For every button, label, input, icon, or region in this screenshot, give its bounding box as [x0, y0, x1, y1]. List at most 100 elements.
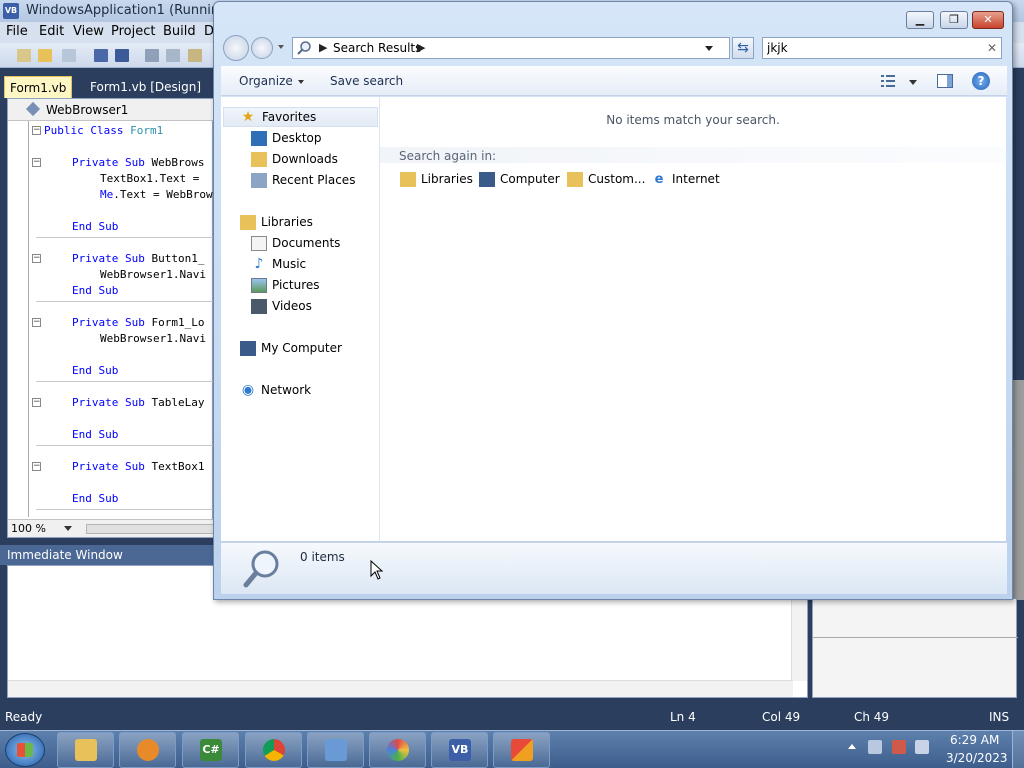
nav-favorites[interactable]: ★ Favorites: [223, 107, 378, 127]
close-button[interactable]: ✕: [972, 11, 1004, 29]
collapse-icon[interactable]: −: [32, 398, 41, 407]
nav-recent-places[interactable]: Recent Places: [251, 171, 376, 191]
show-desktop-button[interactable]: [1012, 731, 1024, 768]
outline-gutter: [28, 121, 29, 517]
nav-documents[interactable]: Documents: [251, 234, 376, 254]
taskbar-app[interactable]: [307, 732, 364, 768]
clock-time[interactable]: 6:29 AM: [950, 733, 999, 747]
network-status-icon[interactable]: [892, 740, 906, 754]
search-input[interactable]: [767, 40, 977, 56]
breadcrumb-arrow-icon[interactable]: ▶: [319, 41, 327, 54]
nav-downloads[interactable]: Downloads: [251, 150, 376, 170]
command-bar: Organize Save search ?: [221, 66, 1007, 96]
videos-icon: [251, 299, 267, 314]
code-line: End Sub: [72, 492, 119, 505]
collapse-icon[interactable]: −: [32, 254, 41, 263]
taskbar-paint[interactable]: [369, 732, 426, 768]
taskbar-csharp[interactable]: C#: [182, 732, 239, 768]
navigation-pane: ★ Favorites Desktop Downloads Recent Pla…: [221, 97, 380, 541]
show-hidden-icons[interactable]: [848, 744, 856, 749]
add-item-icon[interactable]: [62, 49, 76, 62]
view-options-dropdown-icon[interactable]: [909, 80, 917, 85]
tab-form1-vb[interactable]: Form1.vb: [4, 76, 73, 98]
code-navigation-bar[interactable]: WebBrowser1: [8, 99, 214, 121]
zoom-level[interactable]: 100 %: [11, 522, 46, 535]
collapse-icon[interactable]: −: [32, 158, 41, 167]
minimize-button[interactable]: ▁: [906, 11, 934, 29]
nav-my-computer[interactable]: My Computer: [240, 339, 376, 359]
zoom-dropdown-icon[interactable]: [64, 526, 72, 531]
menu-edit[interactable]: Edit: [39, 24, 64, 39]
save-all-icon[interactable]: [115, 49, 129, 62]
status-ready: Ready: [5, 710, 43, 724]
new-project-icon[interactable]: [17, 49, 31, 62]
save-search-button[interactable]: Save search: [330, 74, 403, 88]
back-button[interactable]: [223, 35, 249, 61]
breadcrumb-search-results[interactable]: Search Results: [333, 41, 421, 55]
visual-basic-icon: VB: [449, 739, 471, 761]
explorer-folder-icon: [75, 739, 97, 761]
collapse-icon[interactable]: −: [32, 318, 41, 327]
code-line: Private Sub TableLay: [72, 396, 205, 409]
horizontal-scrollbar[interactable]: [8, 680, 793, 697]
copy-icon[interactable]: [166, 49, 180, 62]
close-icon: ✕: [983, 13, 993, 26]
computer-icon: [240, 341, 256, 356]
taskbar-media-player[interactable]: [119, 732, 176, 768]
horizontal-scrollbar[interactable]: [86, 524, 214, 534]
desktop-icon: [251, 131, 267, 146]
open-folder-icon[interactable]: [38, 49, 52, 62]
taskbar-office[interactable]: [493, 732, 550, 768]
action-center-icon[interactable]: [868, 740, 882, 754]
custom-folder-icon: [567, 172, 583, 187]
nav-pictures[interactable]: Pictures: [251, 276, 376, 296]
search-box[interactable]: ✕: [762, 37, 1002, 59]
clear-search-icon[interactable]: ✕: [987, 41, 997, 55]
address-dropdown-icon[interactable]: [705, 46, 713, 51]
menu-build[interactable]: Build: [163, 24, 196, 39]
content-pane[interactable]: No items match your search. Search again…: [380, 97, 1006, 541]
volume-icon[interactable]: [915, 740, 929, 754]
refresh-button[interactable]: ⇆: [732, 37, 754, 59]
organize-dropdown-icon: [297, 79, 304, 84]
nav-desktop[interactable]: Desktop: [251, 129, 376, 149]
collapse-icon[interactable]: −: [32, 462, 41, 471]
nav-libraries[interactable]: Libraries: [240, 213, 376, 233]
status-insert-mode: INS: [989, 710, 1010, 724]
tab-form1-design[interactable]: Form1.vb [Design]: [85, 76, 206, 98]
nav-videos[interactable]: Videos: [251, 297, 376, 317]
taskbar-explorer[interactable]: [57, 732, 114, 768]
collapse-icon[interactable]: −: [32, 126, 41, 135]
organize-button[interactable]: Organize: [239, 74, 304, 88]
address-bar[interactable]: ▶ Search Results ▶: [292, 37, 730, 59]
breadcrumb-arrow-icon[interactable]: ▶: [417, 41, 425, 54]
taskbar-visual-basic[interactable]: VB: [431, 732, 488, 768]
maximize-button[interactable]: ❐: [940, 11, 968, 29]
taskbar-chrome[interactable]: [245, 732, 302, 768]
preview-pane-icon[interactable]: [937, 74, 953, 88]
change-view-icon[interactable]: [881, 74, 895, 88]
method-separator: [36, 381, 214, 382]
status-line: Ln 4: [670, 710, 696, 724]
clock-date[interactable]: 3/20/2023: [946, 751, 1008, 765]
forward-button[interactable]: [251, 37, 273, 59]
code-editor[interactable]: WebBrowser1 − Public Class Form1 − Priva…: [7, 98, 214, 538]
help-icon[interactable]: ?: [972, 72, 990, 90]
start-button[interactable]: [5, 733, 45, 767]
nav-music[interactable]: ♪ Music: [251, 255, 376, 275]
recent-pages-dropdown-icon[interactable]: [278, 45, 284, 49]
object-selector[interactable]: WebBrowser1: [46, 103, 128, 117]
save-icon[interactable]: [94, 49, 108, 62]
menu-view[interactable]: View: [73, 24, 104, 39]
media-player-icon: [137, 739, 159, 761]
menu-project[interactable]: Project: [111, 24, 155, 39]
no-results-message: No items match your search.: [606, 113, 780, 127]
cut-icon[interactable]: [145, 49, 159, 62]
code-line: Public Class Form1: [44, 124, 164, 137]
nav-label: My Computer: [261, 341, 342, 355]
music-note-icon: ♪: [254, 256, 264, 272]
menu-file[interactable]: File: [6, 24, 28, 39]
star-icon: ★: [241, 109, 255, 125]
paste-icon[interactable]: [188, 49, 202, 62]
nav-network[interactable]: ◉ Network: [240, 381, 376, 401]
